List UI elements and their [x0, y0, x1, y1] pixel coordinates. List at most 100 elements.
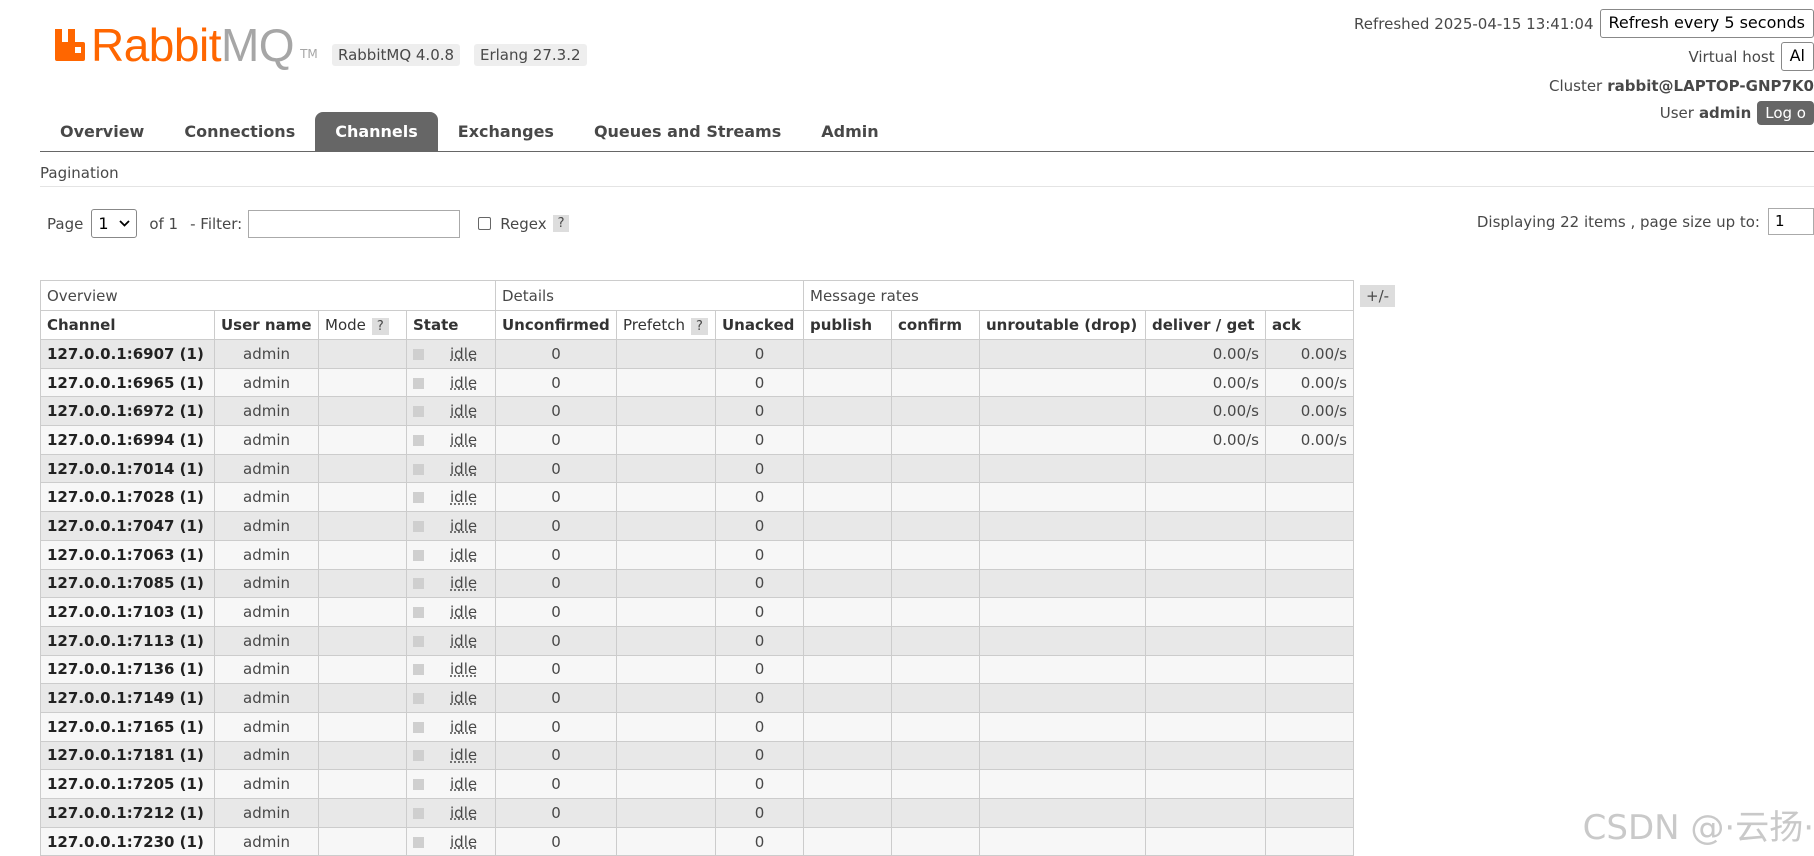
- table-row[interactable]: 127.0.0.1:7063 (1) admin idle 0 0: [40, 539, 1354, 570]
- filter-input[interactable]: [248, 209, 461, 238]
- state-label[interactable]: idle: [450, 460, 477, 478]
- state-label[interactable]: idle: [450, 632, 477, 650]
- regex-help-button[interactable]: ?: [552, 215, 570, 232]
- deliver-get-rate-cell: 0.00/s: [1145, 425, 1266, 455]
- confirm-rate-cell: [891, 769, 980, 799]
- channel-link[interactable]: 127.0.0.1:6994 (1): [40, 425, 215, 455]
- state-label[interactable]: idle: [450, 660, 477, 678]
- table-row[interactable]: 127.0.0.1:7205 (1) admin idle 0 0: [40, 769, 1354, 799]
- channel-link[interactable]: 127.0.0.1:7230 (1): [40, 826, 215, 856]
- channel-link[interactable]: 127.0.0.1:6965 (1): [40, 367, 215, 398]
- state-label[interactable]: idle: [450, 517, 477, 535]
- table-row[interactable]: 127.0.0.1:7103 (1) admin idle 0 0: [40, 597, 1354, 627]
- page-count: of 1: [149, 214, 179, 233]
- unconfirmed-cell: 0: [495, 511, 617, 541]
- state-label[interactable]: idle: [450, 603, 477, 621]
- state-label[interactable]: idle: [450, 431, 477, 449]
- channel-link[interactable]: 127.0.0.1:7212 (1): [40, 798, 215, 828]
- table-row[interactable]: 127.0.0.1:7149 (1) admin idle 0 0: [40, 683, 1354, 713]
- table-row[interactable]: 127.0.0.1:7113 (1) admin idle 0 0: [40, 625, 1354, 656]
- col-deliver-get[interactable]: deliver / get: [1145, 310, 1266, 340]
- refresh-interval-select[interactable]: Refresh every 5 seconds: [1599, 9, 1814, 38]
- ack-rate-cell: [1265, 798, 1354, 828]
- state-label[interactable]: idle: [450, 574, 477, 592]
- state-label[interactable]: idle: [450, 374, 477, 392]
- table-row[interactable]: 127.0.0.1:6907 (1) admin idle 0 0 0.00/s 0.00/…: [40, 339, 1354, 369]
- tab-overview[interactable]: Overview: [40, 112, 164, 151]
- tab-exchanges[interactable]: Exchanges: [438, 112, 574, 151]
- col-mode[interactable]: Mode?: [318, 310, 407, 340]
- ack-rate-cell: [1265, 597, 1354, 627]
- col-unroutable-drop[interactable]: unroutable (drop): [979, 310, 1146, 340]
- csdn-watermark: CSDN @·云扬·: [1582, 808, 1814, 848]
- state-label[interactable]: idle: [450, 488, 477, 506]
- channel-link[interactable]: 127.0.0.1:7205 (1): [40, 769, 215, 799]
- tab-connections[interactable]: Connections: [164, 112, 315, 151]
- deliver-get-rate-cell: [1145, 798, 1266, 828]
- channel-link[interactable]: 127.0.0.1:7149 (1): [40, 683, 215, 713]
- channel-link[interactable]: 127.0.0.1:7165 (1): [40, 711, 215, 742]
- channel-link[interactable]: 127.0.0.1:7103 (1): [40, 597, 215, 627]
- col-unconfirmed[interactable]: Unconfirmed: [495, 310, 617, 340]
- state-label[interactable]: idle: [450, 746, 477, 764]
- col-unacked[interactable]: Unacked: [715, 310, 804, 340]
- table-row[interactable]: 127.0.0.1:7136 (1) admin idle 0 0: [40, 654, 1354, 685]
- col-user-name[interactable]: User name: [214, 310, 319, 340]
- column-toggle-button[interactable]: +/-: [1360, 285, 1396, 307]
- channel-link[interactable]: 127.0.0.1:7014 (1): [40, 453, 215, 484]
- unroutable-rate-cell: [979, 511, 1146, 541]
- channel-link[interactable]: 127.0.0.1:7181 (1): [40, 740, 215, 771]
- table-row[interactable]: 127.0.0.1:7047 (1) admin idle 0 0: [40, 511, 1354, 541]
- col-prefetch[interactable]: Prefetch?: [616, 310, 716, 340]
- mode-cell: [318, 482, 407, 513]
- state-label[interactable]: idle: [450, 402, 477, 420]
- channel-link[interactable]: 127.0.0.1:6907 (1): [40, 339, 215, 369]
- rabbitmq-version-badge: RabbitMQ 4.0.8: [332, 44, 461, 66]
- tab-channels[interactable]: Channels: [315, 112, 438, 151]
- state-label[interactable]: idle: [450, 546, 477, 564]
- col-publish[interactable]: publish: [803, 310, 892, 340]
- channel-link[interactable]: 127.0.0.1:7063 (1): [40, 539, 215, 570]
- channel-link[interactable]: 127.0.0.1:7028 (1): [40, 482, 215, 513]
- channel-link[interactable]: 127.0.0.1:7136 (1): [40, 654, 215, 685]
- prefetch-help-button[interactable]: ?: [691, 317, 708, 335]
- table-row[interactable]: 127.0.0.1:6994 (1) admin idle 0 0 0.00/s 0.00/…: [40, 425, 1354, 455]
- tab-queues-and-streams[interactable]: Queues and Streams: [574, 112, 801, 151]
- table-row[interactable]: 127.0.0.1:7181 (1) admin idle 0 0: [40, 740, 1354, 771]
- col-ack[interactable]: ack: [1265, 310, 1354, 340]
- channel-link[interactable]: 127.0.0.1:6972 (1): [40, 396, 215, 427]
- ack-rate-cell: [1265, 826, 1354, 856]
- col-state[interactable]: State: [406, 310, 496, 340]
- state-label[interactable]: idle: [450, 345, 477, 363]
- state-label[interactable]: idle: [450, 689, 477, 707]
- unacked-cell: 0: [715, 826, 804, 856]
- table-row[interactable]: 127.0.0.1:7014 (1) admin idle 0 0: [40, 453, 1354, 484]
- vhost-select[interactable]: Al: [1780, 42, 1814, 71]
- col-confirm[interactable]: confirm: [891, 310, 980, 340]
- table-row[interactable]: 127.0.0.1:7212 (1) admin idle 0 0: [40, 798, 1354, 828]
- table-row[interactable]: 127.0.0.1:7230 (1) admin idle 0 0: [40, 826, 1354, 856]
- state-label[interactable]: idle: [450, 718, 477, 736]
- state-label[interactable]: idle: [450, 833, 477, 851]
- table-row[interactable]: 127.0.0.1:6972 (1) admin idle 0 0 0.00/s 0.00/…: [40, 396, 1354, 427]
- table-row[interactable]: 127.0.0.1:7165 (1) admin idle 0 0: [40, 711, 1354, 742]
- channel-link[interactable]: 127.0.0.1:7113 (1): [40, 625, 215, 656]
- table-row[interactable]: 127.0.0.1:7028 (1) admin idle 0 0: [40, 482, 1354, 513]
- channel-link[interactable]: 127.0.0.1:7085 (1): [40, 568, 215, 599]
- publish-rate-cell: [803, 425, 892, 455]
- unacked-cell: 0: [715, 711, 804, 742]
- state-label[interactable]: idle: [450, 775, 477, 793]
- page-size-input[interactable]: 1: [1768, 208, 1814, 235]
- regex-checkbox[interactable]: [478, 217, 492, 230]
- page-select[interactable]: 1: [91, 209, 138, 238]
- pagination-section-title[interactable]: Pagination: [40, 164, 119, 182]
- channel-link[interactable]: 127.0.0.1:7047 (1): [40, 511, 215, 541]
- mode-help-button[interactable]: ?: [371, 317, 389, 335]
- table-row[interactable]: 127.0.0.1:7085 (1) admin idle 0 0: [40, 568, 1354, 599]
- tab-admin[interactable]: Admin: [801, 112, 898, 151]
- table-row[interactable]: 127.0.0.1:6965 (1) admin idle 0 0 0.00/s 0.00/…: [40, 367, 1354, 398]
- state-label[interactable]: idle: [450, 804, 477, 822]
- col-channel[interactable]: Channel: [40, 310, 215, 340]
- prefetch-cell: [616, 625, 716, 656]
- user-name-cell: admin: [214, 453, 319, 484]
